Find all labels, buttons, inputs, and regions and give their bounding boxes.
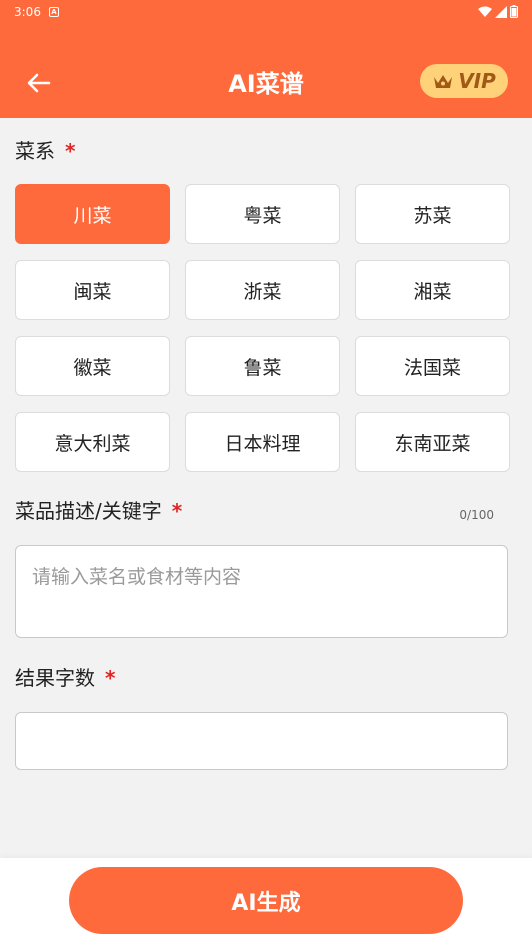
word-count-label-text: 结果字数 [15,666,95,690]
ai-generate-button[interactable]: AI生成 [69,867,463,934]
cuisine-option[interactable]: 法国菜 [355,336,510,396]
signal-icon [495,5,507,18]
bottom-bar: AI生成 [0,858,532,947]
cuisine-label: 菜系 * [15,135,75,164]
cuisine-label-text: 菜系 [15,139,55,163]
required-mark: * [105,666,116,690]
cuisine-option[interactable]: 苏菜 [355,184,510,244]
word-count-input[interactable] [15,712,508,770]
app-notification-icon: A [48,7,59,17]
status-bar: 3:06 A [0,0,532,24]
cuisine-option[interactable]: 川菜 [15,184,170,244]
char-counter: 0/100 [459,508,494,522]
required-mark: * [171,499,183,523]
cuisine-option[interactable]: 徽菜 [15,336,170,396]
crown-icon [434,75,453,88]
cuisine-option[interactable]: 浙菜 [185,260,340,320]
header: 3:06 A AI菜谱 VIP [0,0,532,118]
description-input[interactable] [15,545,508,638]
description-label-text: 菜品描述/关键字 [15,499,162,523]
word-count-label: 结果字数 * [15,662,115,691]
battery-icon [510,5,518,18]
wifi-icon [478,6,492,17]
vip-label: VIP [458,69,496,93]
cuisine-option[interactable]: 东南亚菜 [355,412,510,472]
nav-bar: AI菜谱 VIP [0,44,532,118]
cuisine-option[interactable]: 粤菜 [185,184,340,244]
vip-badge[interactable]: VIP [420,64,508,98]
cuisine-option[interactable]: 鲁菜 [185,336,340,396]
status-icons [478,5,518,18]
cuisine-option[interactable]: 日本料理 [185,412,340,472]
status-time: 3:06 [14,5,41,19]
cuisine-option[interactable]: 湘菜 [355,260,510,320]
cuisine-option[interactable]: 闽菜 [15,260,170,320]
cuisine-options: 川菜 粤菜 苏菜 闽菜 浙菜 湘菜 徽菜 鲁菜 法国菜 意大利菜 日本料理 东南… [15,184,512,472]
cuisine-option[interactable]: 意大利菜 [15,412,170,472]
required-mark: * [65,139,76,163]
description-label: 菜品描述/关键字 * [15,495,182,524]
